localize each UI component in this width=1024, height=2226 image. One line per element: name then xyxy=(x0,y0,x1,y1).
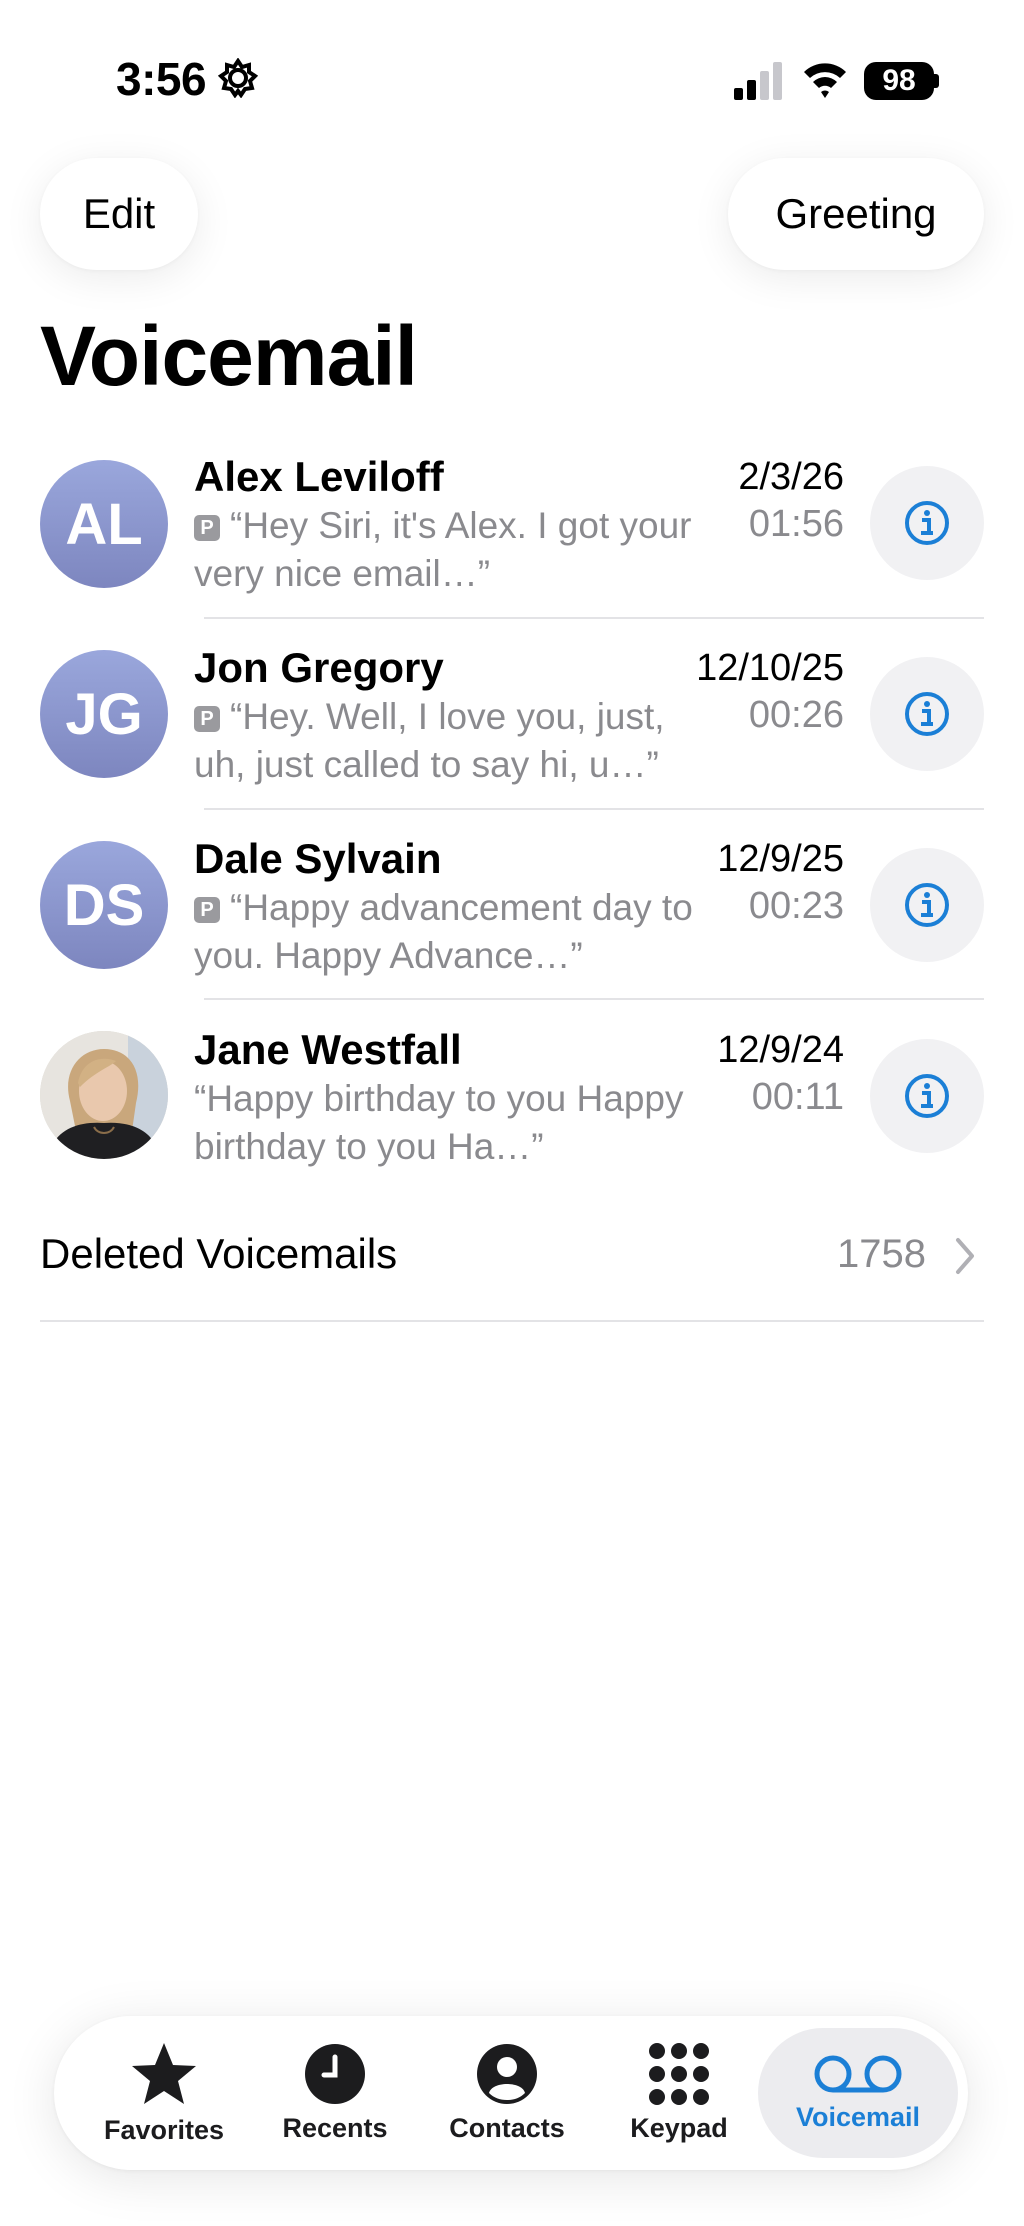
preview-text: “Hey Siri, it's Alex. I got your very ni… xyxy=(194,505,692,594)
info-icon xyxy=(905,501,949,545)
voicemail-date: 2/3/26 xyxy=(738,456,844,498)
row-separator xyxy=(204,617,984,619)
tab-keypad[interactable]: Keypad xyxy=(593,2016,765,2170)
chevron-right-icon[interactable] xyxy=(950,1236,980,1276)
caller-name[interactable]: Jane Westfall xyxy=(194,1026,462,1074)
caller-name[interactable]: Jon Gregory xyxy=(194,644,444,692)
tab-bar: Favorites Recents Contacts Keypad Voicem… xyxy=(54,2016,968,2170)
keypad-icon xyxy=(649,2042,709,2105)
section-separator xyxy=(40,1320,984,1322)
avatar: JG xyxy=(40,650,168,778)
tab-label: Favorites xyxy=(103,2114,225,2145)
transcript-preview[interactable]: “Happy birthday to you Happy birthday to… xyxy=(194,1075,714,1171)
row-separator xyxy=(204,998,984,1000)
caller-name[interactable]: Alex Leviloff xyxy=(194,453,444,501)
avatar: DS xyxy=(40,841,168,969)
wifi-icon xyxy=(804,63,846,98)
transcript-preview[interactable]: P “Hey. Well, I love you, just, uh, just … xyxy=(194,693,694,789)
tab-label: Voicemail xyxy=(795,2101,921,2132)
info-button[interactable] xyxy=(870,1039,984,1153)
greeting-button[interactable]: Greeting xyxy=(728,158,984,270)
info-icon xyxy=(905,883,949,927)
page-title: Voicemail xyxy=(40,309,418,403)
tab-label: Keypad xyxy=(630,2112,728,2143)
star-icon xyxy=(132,2042,196,2104)
edit-button[interactable]: Edit xyxy=(40,158,198,270)
battery-indicator: 98 xyxy=(864,62,934,100)
info-button[interactable] xyxy=(870,657,984,771)
preview-text: “Hey. Well, I love you, just, uh, just c… xyxy=(194,696,665,785)
tab-favorites[interactable]: Favorites xyxy=(74,2016,254,2170)
clock-icon xyxy=(305,2043,365,2104)
tab-voicemail[interactable]: Voicemail xyxy=(758,2028,958,2158)
deleted-count: 1758 xyxy=(837,1232,926,1276)
transcript-badge-icon: P xyxy=(194,706,220,732)
row-separator xyxy=(204,808,984,810)
tab-recents[interactable]: Recents xyxy=(249,2016,421,2170)
person-icon xyxy=(477,2043,537,2104)
battery-tip xyxy=(934,74,939,88)
info-button[interactable] xyxy=(870,466,984,580)
preview-text: “Happy birthday to you Happy birthday to… xyxy=(194,1078,684,1167)
info-icon xyxy=(905,692,949,736)
info-button[interactable] xyxy=(870,848,984,962)
preview-text: “Happy advancement day to you. Happy Adv… xyxy=(194,887,693,976)
focus-gear-icon xyxy=(218,58,258,98)
cellular-signal-icon xyxy=(734,62,782,100)
transcript-preview[interactable]: P “Happy advancement day to you. Happy Ad… xyxy=(194,884,694,980)
voicemail-date: 12/10/25 xyxy=(696,647,844,689)
voicemail-date: 12/9/24 xyxy=(717,1029,844,1071)
status-time: 3:56 xyxy=(116,53,207,105)
transcript-badge-icon: P xyxy=(194,515,220,541)
deleted-voicemails-link[interactable]: Deleted Voicemails xyxy=(40,1230,397,1278)
contact-photo-avatar xyxy=(40,1031,168,1159)
avatar: AL xyxy=(40,460,168,588)
info-icon xyxy=(905,1074,949,1118)
tab-label: Recents xyxy=(282,2112,388,2143)
tab-contacts[interactable]: Contacts xyxy=(421,2016,593,2170)
tab-label: Contacts xyxy=(449,2112,565,2143)
voicemail-icon xyxy=(814,2055,902,2092)
transcript-badge-icon: P xyxy=(194,897,220,923)
voicemail-date: 12/9/25 xyxy=(717,838,844,880)
transcript-preview[interactable]: P “Hey Siri, it's Alex. I got your very n… xyxy=(194,502,694,598)
caller-name[interactable]: Dale Sylvain xyxy=(194,835,441,883)
